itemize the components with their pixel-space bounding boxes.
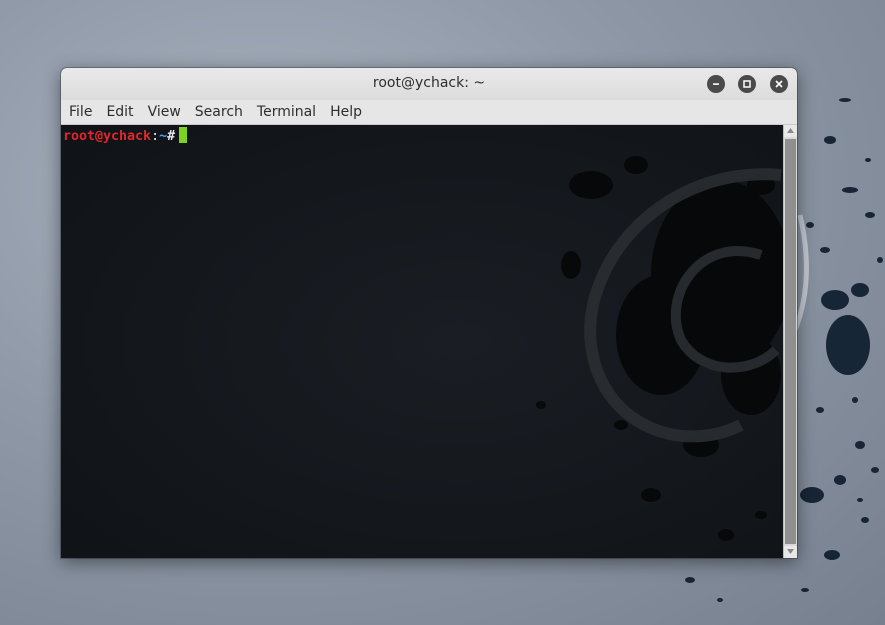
terminal-area[interactable]: root@ychack:~# (61, 125, 783, 558)
maximize-button[interactable] (738, 75, 756, 93)
menu-view[interactable]: View (141, 100, 188, 124)
chevron-down-icon (787, 549, 794, 554)
scroll-up-button[interactable] (784, 125, 797, 137)
chevron-up-icon (787, 128, 794, 133)
menu-bar: File Edit View Search Terminal Help (61, 100, 797, 125)
prompt-user-host: root@ychack (63, 129, 152, 144)
minimize-button[interactable] (707, 75, 725, 93)
prompt-separator: : (151, 129, 160, 144)
scrollbar-thumb[interactable] (785, 139, 796, 544)
minimize-icon (713, 83, 719, 85)
terminal-window: root@ychack: ~ File Edit View Search Ter… (61, 68, 797, 558)
menu-edit[interactable]: Edit (99, 100, 140, 124)
scroll-down-button[interactable] (784, 546, 797, 558)
menu-help[interactable]: Help (323, 100, 369, 124)
shell-prompt: root@ychack:~# (63, 127, 188, 145)
terminal-background-swirl (61, 125, 783, 558)
menu-terminal[interactable]: Terminal (250, 100, 323, 124)
close-button[interactable] (770, 75, 788, 93)
window-title: root@ychack: ~ (372, 75, 486, 91)
menu-file[interactable]: File (61, 100, 99, 124)
maximize-icon (743, 80, 751, 88)
title-bar[interactable]: root@ychack: ~ (61, 68, 797, 101)
vertical-scrollbar[interactable] (783, 125, 797, 558)
text-cursor (179, 127, 188, 143)
close-icon (775, 80, 783, 88)
prompt-directory: ~ (159, 129, 168, 144)
prompt-symbol: # (167, 129, 176, 144)
menu-search[interactable]: Search (188, 100, 250, 124)
